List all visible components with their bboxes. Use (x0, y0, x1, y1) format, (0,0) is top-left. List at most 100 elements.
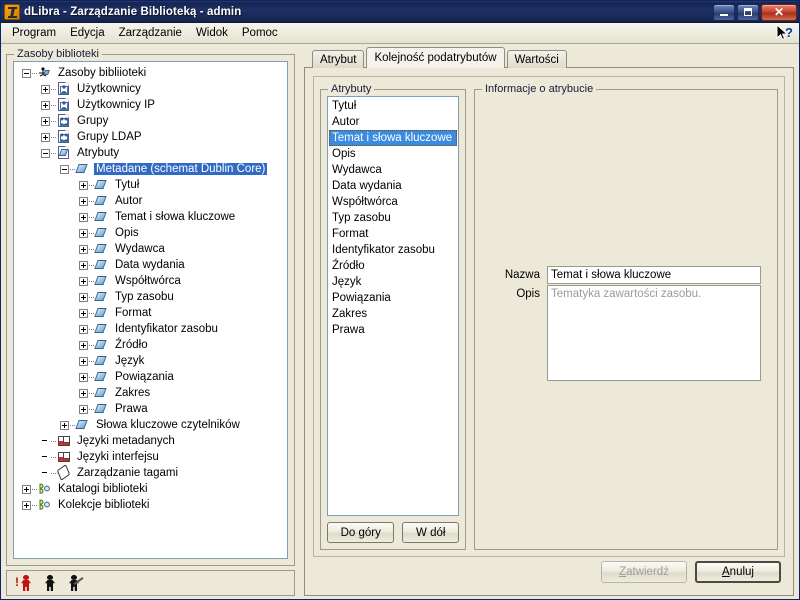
tree-node[interactable]: Zakres (16, 385, 285, 401)
tree-node[interactable]: Identyfikator zasobu (16, 321, 285, 337)
tab-kolejnosc-podatrybutow[interactable]: Kolejność podatrybutów (366, 47, 505, 68)
context-help-cursor-icon[interactable]: ? (775, 24, 795, 42)
expand-icon[interactable] (41, 132, 50, 142)
tree-node[interactable]: Języki interfejsu (16, 449, 285, 465)
tree-node[interactable]: Tytuł (16, 177, 285, 193)
expand-icon[interactable] (22, 500, 31, 510)
list-item[interactable]: Format (329, 226, 457, 242)
pane-splitter[interactable] (296, 47, 304, 596)
tree-node[interactable]: Autor (16, 193, 285, 209)
tree-node[interactable]: Języki metadanych (16, 433, 285, 449)
tree-node[interactable]: Atrybuty (16, 145, 285, 161)
cancel-button[interactable]: Anuluj (695, 561, 781, 583)
expand-icon[interactable] (79, 404, 88, 414)
expand-icon[interactable] (79, 340, 88, 350)
collapse-icon[interactable] (22, 68, 31, 78)
tree-node-label: Katalogi biblioteki (58, 483, 148, 495)
attributes-list[interactable]: Tytuł Autor Temat i słowa kluczowe Opis Wyda… (327, 96, 459, 516)
expand-icon[interactable] (22, 484, 31, 494)
tree-node[interactable]: Data wydania (16, 257, 285, 273)
expand-icon[interactable] (79, 292, 88, 302)
tree-node[interactable]: Użytkownicy (16, 81, 285, 97)
expand-icon[interactable] (79, 196, 88, 206)
expand-icon[interactable] (41, 100, 50, 110)
resource-tree[interactable]: Zasoby bibliioteki Użytkownicy Użytkownicy… (13, 61, 288, 559)
menu-item-pomoc[interactable]: Pomoc (235, 25, 285, 41)
dlibra-logo-icon (4, 4, 20, 20)
move-up-button[interactable]: Do góry (327, 522, 395, 543)
tree-node[interactable]: Opis (16, 225, 285, 241)
tab-atrybut[interactable]: Atrybut (312, 50, 365, 68)
tree-node[interactable]: Format (16, 305, 285, 321)
tree-node[interactable]: Zasoby bibliioteki (16, 65, 285, 81)
list-item[interactable]: Opis (329, 146, 457, 162)
list-item[interactable]: Język (329, 274, 457, 290)
expand-icon[interactable] (79, 180, 88, 190)
menu-item-program[interactable]: Program (5, 25, 63, 41)
expand-icon[interactable] (79, 260, 88, 270)
list-item[interactable]: Tytuł (329, 98, 457, 114)
move-down-button[interactable]: W dół (402, 522, 459, 543)
tree-node[interactable]: Powiązania (16, 369, 285, 385)
list-item[interactable]: Temat i słowa kluczowe (329, 130, 457, 146)
tree-node-label: Języki metadanych (77, 435, 175, 447)
collapse-icon[interactable] (60, 164, 69, 174)
list-item[interactable]: Typ zasobu (329, 210, 457, 226)
expand-icon[interactable] (79, 388, 88, 398)
tree-node[interactable]: Kolekcje biblioteki (16, 497, 285, 513)
list-item[interactable]: Powiązania (329, 290, 457, 306)
expand-icon[interactable] (79, 276, 88, 286)
list-item[interactable]: Współtwórca (329, 194, 457, 210)
expand-icon[interactable] (79, 372, 88, 382)
tree-node[interactable]: Prawa (16, 401, 285, 417)
tree-node[interactable]: Grupy LDAP (16, 129, 285, 145)
expand-icon[interactable] (79, 308, 88, 318)
list-item[interactable]: Prawa (329, 322, 457, 338)
tree-node[interactable]: Metadane (schemat Dublin Core) (16, 161, 285, 177)
expand-icon[interactable] (60, 420, 69, 430)
close-button[interactable]: ✕ (761, 3, 797, 21)
collapse-icon[interactable] (41, 148, 50, 158)
list-item[interactable]: Zakres (329, 306, 457, 322)
expand-icon[interactable] (79, 244, 88, 254)
description-field[interactable]: Tematyka zawartości zasobu. (547, 285, 761, 381)
expand-icon[interactable] (41, 84, 50, 94)
list-item[interactable]: Wydawca (329, 162, 457, 178)
tree-node[interactable]: Katalogi biblioteki (16, 481, 285, 497)
tree-node-label: Zarządzanie tagami (77, 467, 178, 479)
tree-node[interactable]: Język (16, 353, 285, 369)
tree-node[interactable]: Słowa kluczowe czytelników (16, 417, 285, 433)
menu-item-zarzadzanie[interactable]: Zarządzanie (112, 25, 189, 41)
tree-node-label: Zasoby bibliioteki (58, 67, 147, 79)
list-item[interactable]: Identyfikator zasobu (329, 242, 457, 258)
menu-item-widok[interactable]: Widok (189, 25, 235, 41)
expand-icon[interactable] (79, 228, 88, 238)
user-icon[interactable] (43, 575, 57, 591)
tree-node[interactable]: Współtwórca (16, 273, 285, 289)
expand-icon[interactable] (79, 212, 88, 222)
tree-node[interactable]: Użytkownicy IP (16, 97, 285, 113)
expand-icon[interactable] (79, 356, 88, 366)
tab-wartosci[interactable]: Wartości (506, 50, 567, 68)
tree-node[interactable]: Grupy (16, 113, 285, 129)
tree-node[interactable]: Zarządzanie tagami (16, 464, 285, 481)
expand-icon[interactable] (41, 116, 50, 126)
minimize-button[interactable] (713, 3, 735, 21)
restore-button[interactable] (737, 3, 759, 21)
tree-node[interactable]: Źródło (16, 337, 285, 353)
tree-node[interactable]: Temat i słowa kluczowe (16, 209, 285, 225)
list-item[interactable]: Autor (329, 114, 457, 130)
groups-icon (56, 130, 72, 144)
list-item[interactable]: Data wydania (329, 178, 457, 194)
expand-icon[interactable] (79, 324, 88, 334)
tree-node[interactable]: Wydawca (16, 241, 285, 257)
tree-node[interactable]: Typ zasobu (16, 289, 285, 305)
confirm-button-label: Zatwierdź (619, 566, 669, 578)
confirm-button[interactable]: Zatwierdź (601, 561, 687, 583)
user-settings-icon[interactable] (67, 575, 84, 591)
user-alert-icon[interactable]: ! (15, 575, 33, 591)
name-field[interactable]: Temat i słowa kluczowe (547, 266, 761, 284)
list-item[interactable]: Źródło (329, 258, 457, 274)
menu-item-edycja[interactable]: Edycja (63, 25, 112, 41)
